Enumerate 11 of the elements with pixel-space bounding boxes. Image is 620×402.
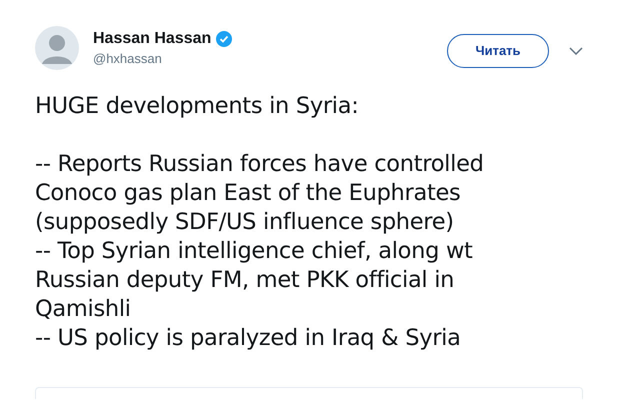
tweet-text-line: -- Top Syrian intelligence chief, along wt — [35, 237, 473, 266]
tweet-text-line: -- Reports Russian forces have controlled — [35, 150, 484, 179]
tweet-text-line: Conoco gas plan East of the Euphrates — [35, 179, 460, 208]
tweet-text-line: (supposedly SDF/US influence sphere) — [35, 208, 454, 237]
author-handle[interactable]: @hxhassan — [93, 50, 232, 68]
follow-button[interactable]: Читать — [447, 34, 549, 68]
tweet-text-line: Qamishli — [35, 295, 131, 324]
tweet-text-line: HUGE developments in Syria: — [35, 92, 359, 121]
author-name[interactable]: Hassan Hassan — [93, 29, 212, 49]
tweet-text-line: -- US policy is paralyzed in Iraq & Syria — [35, 324, 461, 353]
tweet-text-line: Russian deputy FM, met PKK official in — [35, 266, 454, 295]
